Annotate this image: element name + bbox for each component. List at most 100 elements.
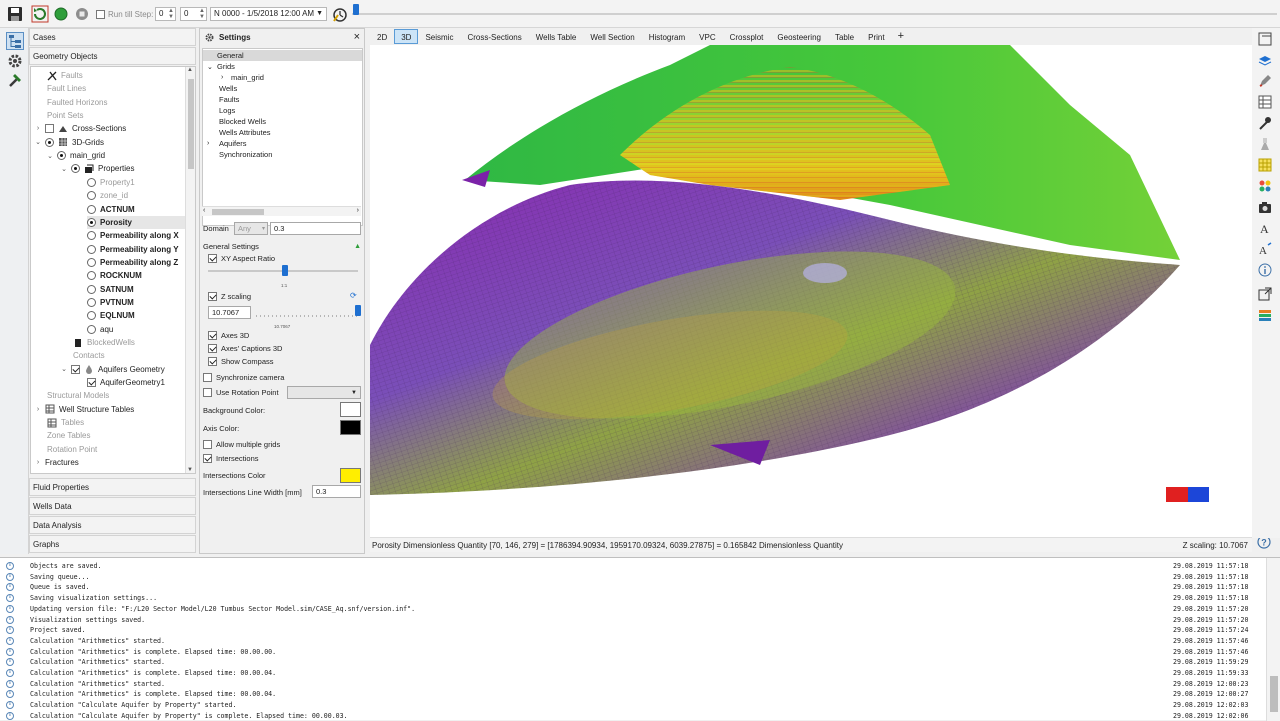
stack-icon[interactable] [1257,307,1273,323]
intersections-color-swatch[interactable] [340,468,361,483]
tree-item[interactable]: Porosity [87,215,185,229]
tree-radio[interactable] [87,244,96,254]
chevron-right-icon[interactable]: › [35,406,41,413]
view-tab[interactable]: 3D [394,29,419,44]
domain-input[interactable]: 0.3 [270,222,361,235]
time-slider-handle[interactable] [353,4,359,15]
settings-item-faults[interactable]: Faults [219,94,239,105]
pencil-icon[interactable] [1257,73,1273,89]
step-spinbox-2[interactable]: 0 ▲ ▼ [180,7,207,21]
tree-item[interactable]: zone_id [87,189,128,202]
tree-item[interactable]: Faulted Horizons [47,96,107,109]
tree-checkbox[interactable] [87,378,96,388]
chevron-down-icon[interactable]: ⌄ [61,165,67,173]
settings-item-aquifers[interactable]: › Aquifers [207,138,247,149]
show-compass-checkbox[interactable] [208,357,217,366]
wells-data-section[interactable]: Wells Data [29,497,196,515]
close-icon[interactable]: × [354,31,360,43]
3d-viewport[interactable] [370,45,1252,537]
axes-captions-checkbox[interactable] [208,344,217,353]
chevron-down-icon[interactable]: ⌄ [61,365,67,373]
step-spinbox[interactable]: 0 ▲ ▼ [155,7,176,21]
date-select[interactable]: N 0000 - 1/5/2018 12:00 AM ▼ [210,7,327,21]
settings-hscrollbar[interactable]: ‹ › [202,206,361,216]
spin-arrows-icon[interactable]: ▲ ▼ [168,8,174,20]
tree-item[interactable]: SATNUM [87,283,134,296]
tree-item[interactable]: Permeability along X [87,229,179,242]
chevron-right-icon[interactable]: › [221,74,231,81]
chevron-right-icon[interactable]: › [35,125,41,132]
play-icon[interactable] [52,5,70,23]
tree-scroll-thumb[interactable] [188,79,194,169]
palette-icon[interactable] [1257,178,1273,194]
tree-radio[interactable] [71,164,80,174]
settings-hscroll-thumb[interactable] [212,209,264,215]
scroll-up-icon[interactable]: ▲ [187,67,193,73]
tree-item[interactable]: ⌄ main_grid [47,149,105,162]
tree-radio[interactable] [87,217,96,227]
chevron-down-icon[interactable]: ⌄ [207,63,217,71]
chevron-right-icon[interactable]: › [207,140,219,147]
settings-item-grids[interactable]: ⌄ Grids [207,61,235,72]
tree-item[interactable]: BlockedWells [73,336,135,349]
tree-radio[interactable] [87,324,96,334]
layers-icon[interactable] [1257,52,1273,68]
tree-radio[interactable] [87,311,96,321]
tree-item[interactable]: Permeability along Z [87,256,178,269]
tree-item[interactable]: Structural Models [47,389,109,402]
time-slider-track[interactable] [352,13,1277,15]
text-a-icon[interactable]: A [1257,220,1273,236]
fluid-properties-section[interactable]: Fluid Properties [29,478,196,496]
data-analysis-section[interactable]: Data Analysis [29,516,196,534]
tree-scrollbar[interactable]: ▲ ▼ [185,67,195,473]
tree-item[interactable]: Fault Lines [47,82,86,95]
tree-radio[interactable] [87,271,96,281]
settings-item-wells-attributes[interactable]: Wells Attributes [219,127,271,138]
view-tab[interactable]: Cross-Sections [460,29,528,44]
grid-icon[interactable] [1257,157,1273,173]
tree-radio[interactable] [57,151,66,161]
chevron-down-icon[interactable]: ⌄ [35,138,41,146]
tree-item[interactable]: AquiferGeometry1 [87,376,165,389]
background-color-swatch[interactable] [340,402,361,417]
tree-item[interactable]: Zone Tables [47,429,90,442]
tree-radio[interactable] [87,177,96,187]
tree-item[interactable]: Contacts [73,349,105,362]
log-scroll-thumb[interactable] [1270,676,1278,712]
table-icon[interactable] [1257,94,1273,110]
tree-item[interactable]: Faults [47,69,83,82]
domain-select[interactable]: Any ▾ [234,222,268,235]
cube-outline-icon[interactable] [1257,31,1273,47]
z-scaling-input[interactable]: 10.7067 [208,306,251,319]
rotation-point-select[interactable]: ▼ [287,386,361,399]
tree-item[interactable]: PVTNUM [87,296,134,309]
chevron-right-icon[interactable]: › [35,473,41,474]
z-scaling-slider[interactable] [256,315,358,317]
tree-radio[interactable] [87,204,96,214]
view-tab[interactable]: Wells Table [529,29,584,44]
view-tab[interactable]: Well Section [583,29,641,44]
tree-item[interactable]: Rotation Point [47,443,97,456]
settings-item-main-grid[interactable]: › main_grid [221,72,264,83]
view-tab[interactable]: Seismic [418,29,460,44]
tree-item[interactable]: › Cross-Sections [35,122,126,135]
settings-item-general[interactable]: General [203,50,362,61]
gear-icon[interactable] [6,52,24,70]
text-a-arrow-icon[interactable]: A [1257,241,1273,257]
hammer-icon[interactable] [6,71,24,89]
axis-color-swatch[interactable] [340,420,361,435]
tree-radio[interactable] [87,231,96,241]
log-scrollbar[interactable] [1266,558,1280,721]
timer-icon[interactable] [331,5,349,23]
sync-camera-checkbox[interactable] [203,373,212,382]
spin-arrows-icon[interactable]: ▲ ▼ [199,8,205,20]
settings-item-synchronization[interactable]: Synchronization [219,149,272,160]
settings-item-wells[interactable]: Wells [219,83,237,94]
stop-icon[interactable] [73,5,91,23]
tree-item[interactable]: › Well Structure Tables [35,403,134,416]
use-rotation-checkbox[interactable] [203,388,212,397]
tree-item[interactable]: EQLNUM [87,309,135,322]
tree-item[interactable]: ⌄ 3D-Grids [35,136,104,149]
info-icon[interactable] [1257,262,1273,278]
view-tab[interactable]: 2D [370,29,394,44]
